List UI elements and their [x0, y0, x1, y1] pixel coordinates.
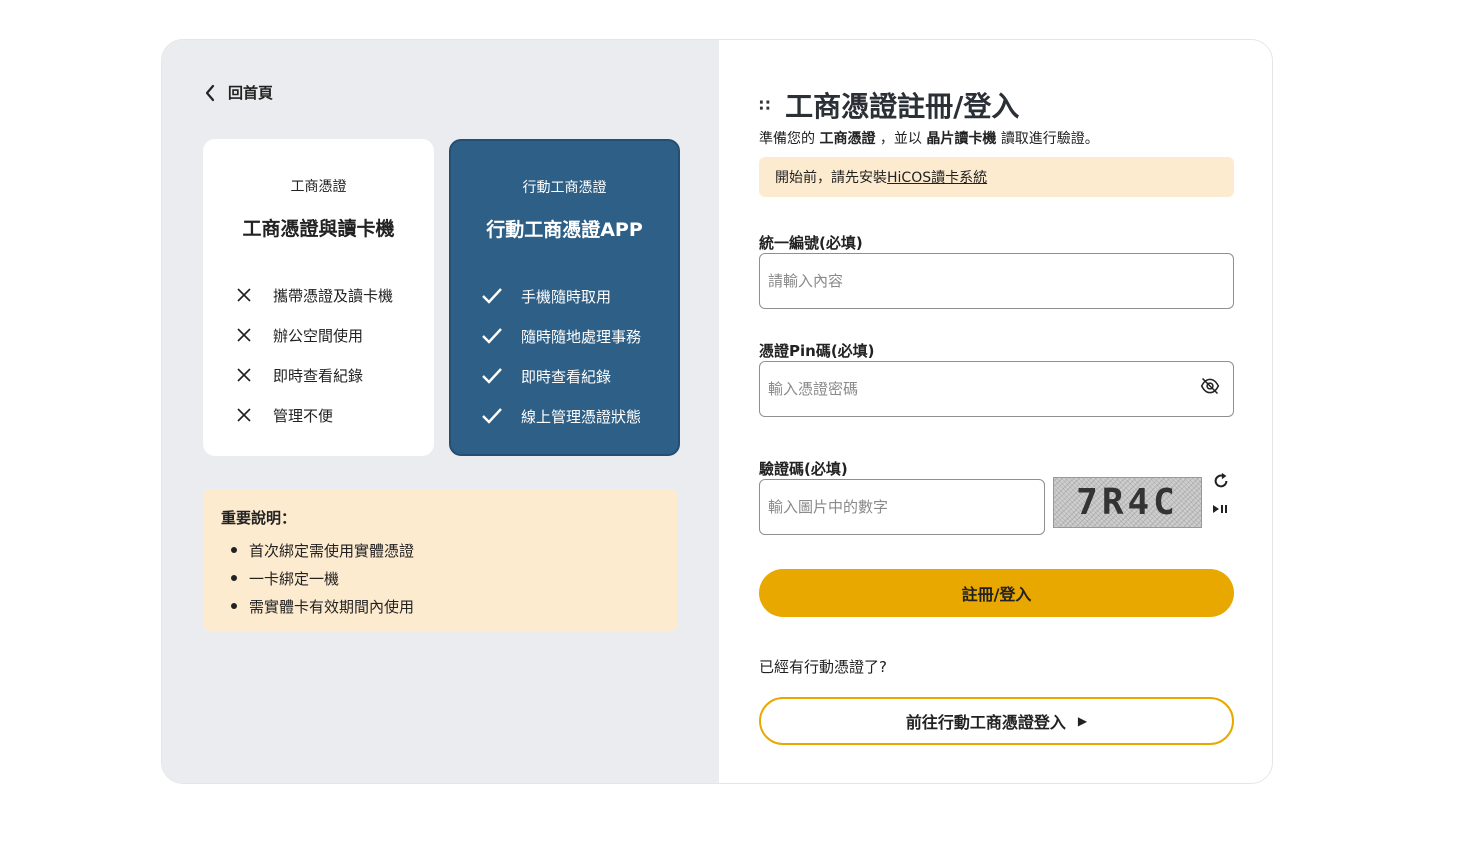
notice-item: 首次綁定需使用實體憑證	[221, 536, 660, 564]
register-login-button[interactable]: 註冊/登入	[759, 569, 1234, 617]
cross-icon	[233, 364, 255, 386]
notice-list: 首次綁定需使用實體憑證 一卡綁定一機 需實體卡有效期間內使用	[221, 536, 660, 620]
feature-list: 手機隨時取用 隨時隨地處理事務 即時查看紀錄 線上管理憑證狀態	[451, 276, 678, 436]
back-home-label: 回首頁	[228, 84, 274, 102]
login-card: 回首頁 工商憑證 工商憑證與讀卡機 攜帶憑證及讀卡機 辦公空間使用 即時查看紀錄…	[161, 39, 1273, 784]
option-card-app[interactable]: 行動工商憑證 行動工商憑證APP 手機隨時取用 隨時隨地處理事務 即時查看紀錄 …	[449, 139, 680, 456]
page-title: 工商憑證註冊/登入	[785, 90, 1020, 123]
form-header: ∷ 工商憑證註冊/登入	[759, 85, 1019, 125]
pin-input[interactable]	[759, 361, 1234, 417]
option-card-physical[interactable]: 工商憑證 工商憑證與讀卡機 攜帶憑證及讀卡機 辦公空間使用 即時查看紀錄 管理不…	[203, 139, 434, 456]
intro-cert: 工商憑證	[819, 131, 876, 147]
cross-icon	[233, 404, 255, 426]
feature-item: 管理不便	[233, 395, 434, 435]
intro-prefix: 準備您的	[759, 131, 815, 147]
cross-icon	[233, 324, 255, 346]
check-icon	[481, 365, 503, 387]
check-icon	[481, 405, 503, 427]
play-pause-icon[interactable]	[1212, 500, 1228, 519]
mobile-login-label: 前往行動工商憑證登入	[905, 713, 1066, 732]
install-tip: 開始前，請先安裝HiCOS讀卡系統	[759, 157, 1234, 197]
grip-icon: ∷	[759, 95, 770, 115]
feature-item: 手機隨時取用	[481, 276, 678, 316]
feature-label: 即時查看紀錄	[273, 366, 364, 385]
hicos-link[interactable]: HiCOS讀卡系統	[887, 170, 987, 186]
important-notice: 重要說明： 首次綁定需使用實體憑證 一卡綁定一機 需實體卡有效期間內使用	[203, 489, 678, 631]
option-subtitle: 工商憑證	[290, 179, 347, 195]
already-have-text: 已經有行動憑證了?	[759, 658, 887, 676]
feature-label: 管理不便	[273, 406, 334, 425]
mobile-login-button[interactable]: 前往行動工商憑證登入 ▶	[759, 697, 1234, 745]
pin-label: 憑證Pin碼(必填)	[759, 342, 875, 360]
option-title: 行動工商憑證APP	[486, 219, 643, 241]
tax-id-label: 統一編號(必填)	[759, 234, 863, 252]
notice-item: 一卡綁定一機	[221, 564, 660, 592]
chevron-left-icon	[205, 84, 215, 101]
feature-label: 攜帶憑證及讀卡機	[273, 286, 394, 305]
play-arrow-icon: ▶	[1077, 714, 1088, 728]
feature-item: 線上管理憑證狀態	[481, 396, 678, 436]
tip-text: 開始前，請先安裝	[775, 170, 887, 186]
captcha-image: 7R4C	[1053, 477, 1202, 528]
left-panel: 回首頁 工商憑證 工商憑證與讀卡機 攜帶憑證及讀卡機 辦公空間使用 即時查看紀錄…	[162, 40, 719, 783]
refresh-icon[interactable]	[1212, 472, 1230, 494]
cross-icon	[233, 284, 255, 306]
eye-off-icon[interactable]	[1200, 377, 1220, 399]
captcha-input[interactable]	[759, 479, 1045, 535]
notice-title: 重要說明：	[221, 509, 297, 527]
feature-label: 隨時隨地處理事務	[521, 327, 642, 346]
intro-reader: 晶片讀卡機	[926, 131, 997, 147]
feature-label: 線上管理憑證狀態	[521, 407, 642, 426]
feature-list: 攜帶憑證及讀卡機 辦公空間使用 即時查看紀錄 管理不便	[203, 275, 434, 435]
check-icon	[481, 285, 503, 307]
feature-item: 辦公空間使用	[233, 315, 434, 355]
intro-mid: ，並以	[879, 131, 922, 147]
feature-item: 即時查看紀錄	[233, 355, 434, 395]
feature-label: 即時查看紀錄	[521, 367, 612, 386]
option-title: 工商憑證與讀卡機	[242, 218, 395, 240]
intro-suffix: 讀取進行驗證。	[1000, 131, 1099, 147]
feature-item: 即時查看紀錄	[481, 356, 678, 396]
feature-label: 辦公空間使用	[273, 326, 364, 345]
form-panel: ∷ 工商憑證註冊/登入 準備您的 工商憑證 ，並以 晶片讀卡機 讀取進行驗證。 …	[719, 40, 1272, 783]
back-home-link[interactable]: 回首頁	[204, 82, 273, 103]
captcha-label: 驗證碼(必填)	[759, 460, 848, 478]
notice-item: 需實體卡有效期間內使用	[221, 592, 660, 620]
feature-item: 隨時隨地處理事務	[481, 316, 678, 356]
check-icon	[481, 325, 503, 347]
feature-item: 攜帶憑證及讀卡機	[233, 275, 434, 315]
option-subtitle: 行動工商憑證	[522, 180, 607, 196]
tax-id-input[interactable]	[759, 253, 1234, 309]
feature-label: 手機隨時取用	[521, 287, 612, 306]
intro-text: 準備您的 工商憑證 ，並以 晶片讀卡機 讀取進行驗證。	[759, 128, 1099, 148]
